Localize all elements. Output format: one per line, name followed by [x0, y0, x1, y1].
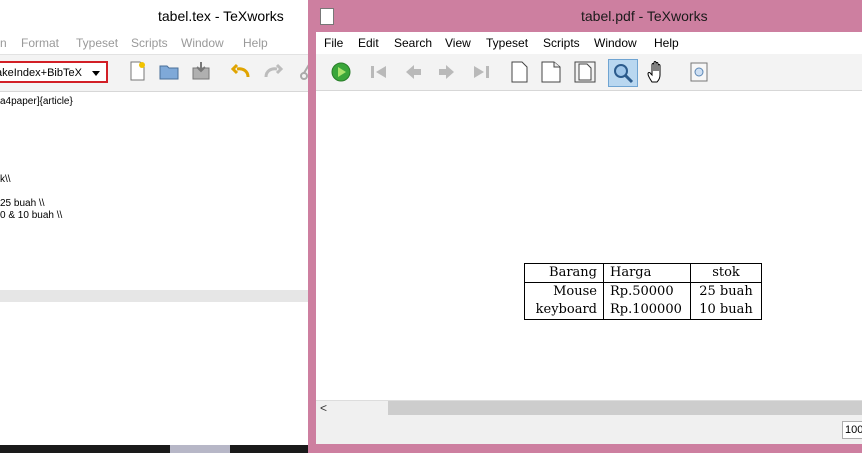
- undo-icon[interactable]: [230, 60, 252, 82]
- scissors-icon[interactable]: [296, 60, 308, 82]
- menu-item-file[interactable]: File: [324, 36, 343, 50]
- pdf-page-view[interactable]: [316, 91, 862, 400]
- menu-item-search[interactable]: Search: [394, 36, 432, 50]
- last-page-icon[interactable]: [470, 61, 492, 83]
- scroll-left-arrow-icon[interactable]: <: [320, 401, 327, 415]
- table-cell: Rp.50000: [603, 282, 691, 301]
- typeset-tool-select[interactable]: akeIndex+BibTeX: [0, 61, 108, 83]
- fit-window-icon[interactable]: [574, 61, 596, 83]
- left-title-bar: tabel.tex - TeXworks: [0, 0, 308, 32]
- typeset-tool-value: akeIndex+BibTeX: [0, 67, 82, 79]
- menu-item-help[interactable]: Help: [654, 36, 679, 50]
- table-row: Mouse Rp.50000 25 buah: [524, 282, 762, 301]
- code-line: 0 & 10 buah \\: [0, 210, 63, 221]
- table-header-cell: stok: [690, 263, 762, 283]
- right-menubar: File Edit Search View Typeset Scripts Wi…: [316, 32, 862, 54]
- open-folder-icon[interactable]: [158, 60, 180, 82]
- actual-size-icon[interactable]: [508, 61, 530, 83]
- left-window-title: tabel.tex - TeXworks: [158, 8, 284, 24]
- fit-width-icon[interactable]: [540, 61, 562, 83]
- pdf-status-bar: [316, 416, 862, 444]
- menu-item-window[interactable]: Window: [181, 36, 224, 50]
- menu-item-scripts[interactable]: Scripts: [543, 36, 580, 50]
- menu-item-typeset[interactable]: Typeset: [486, 36, 528, 50]
- desktop-background: [0, 445, 308, 453]
- pdf-document-icon: [320, 8, 334, 25]
- menu-item-partial[interactable]: n: [0, 36, 7, 50]
- table-cell: 25 buah: [690, 282, 762, 301]
- next-page-icon[interactable]: [436, 61, 458, 83]
- desktop-background-patch: [170, 445, 230, 453]
- table-row: keyboard Rp.100000 10 buah: [524, 301, 762, 320]
- table-header-cell: Harga: [603, 263, 691, 283]
- new-file-icon[interactable]: [126, 60, 148, 82]
- typeset-play-icon[interactable]: [330, 61, 352, 83]
- table-header-row: Barang Harga stok: [524, 263, 762, 283]
- source-icon[interactable]: [688, 61, 710, 83]
- save-icon[interactable]: [190, 60, 212, 82]
- table-header-cell: Barang: [524, 263, 604, 283]
- menu-item-window[interactable]: Window: [594, 36, 637, 50]
- magnifier-icon[interactable]: [608, 59, 638, 87]
- first-page-icon[interactable]: [368, 61, 390, 83]
- editor-horizontal-scrollbar[interactable]: [0, 290, 308, 302]
- chevron-down-icon: [92, 71, 100, 76]
- menu-item-typeset[interactable]: Typeset: [76, 36, 118, 50]
- menu-item-edit[interactable]: Edit: [358, 36, 379, 50]
- previous-page-icon[interactable]: [402, 61, 424, 83]
- menu-item-format[interactable]: Format: [21, 36, 59, 50]
- scrollbar-thumb[interactable]: [388, 401, 862, 415]
- left-menubar: n Format Typeset Scripts Window Help: [0, 32, 308, 55]
- zoom-level-value: 100%: [845, 424, 862, 436]
- hand-icon[interactable]: [646, 60, 668, 83]
- pdf-rendered-table: Barang Harga stok Mouse Rp.50000 25 buah…: [524, 263, 762, 320]
- console-output: [0, 302, 308, 445]
- menu-item-view[interactable]: View: [445, 36, 471, 50]
- source-editor[interactable]: a4paper]{article} k\\ 25 buah \\ 0 & 10 …: [0, 92, 308, 290]
- table-cell: Rp.100000: [603, 301, 691, 320]
- right-toolbar: [316, 54, 862, 91]
- menu-item-scripts[interactable]: Scripts: [131, 36, 168, 50]
- menu-item-help[interactable]: Help: [243, 36, 268, 50]
- table-cell: keyboard: [524, 301, 604, 320]
- code-line: k\\: [0, 174, 11, 185]
- right-window-title: tabel.pdf - TeXworks: [581, 8, 708, 24]
- redo-icon[interactable]: [262, 60, 284, 82]
- code-line: a4paper]{article}: [0, 96, 73, 107]
- table-cell: Mouse: [524, 282, 604, 301]
- code-line: 25 buah \\: [0, 198, 45, 209]
- table-cell: 10 buah: [690, 301, 762, 320]
